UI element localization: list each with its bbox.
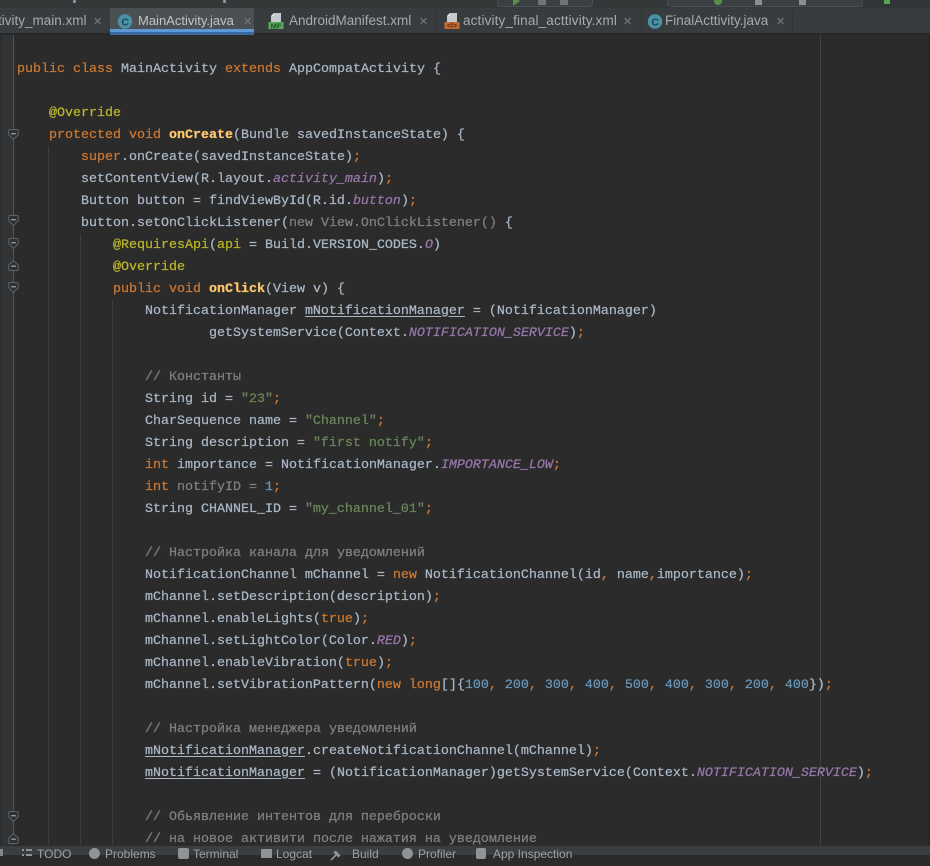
svg-text:C: C bbox=[121, 16, 129, 28]
svg-text:</>: </> bbox=[447, 23, 457, 29]
svg-text:C: C bbox=[651, 16, 659, 28]
svg-text:MF: MF bbox=[271, 21, 282, 29]
